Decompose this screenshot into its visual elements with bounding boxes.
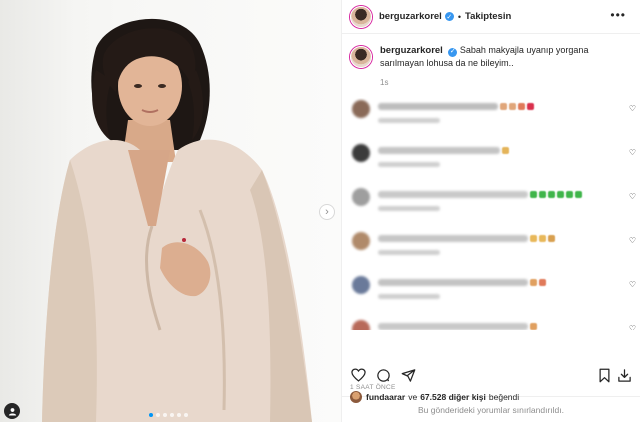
comment-avatar[interactable] [352, 188, 370, 206]
comment-avatar[interactable] [352, 232, 370, 250]
chevron-right-icon: › [325, 205, 329, 218]
liked-by-username[interactable]: fundaarar [366, 392, 405, 402]
caption-time: 1s [380, 78, 389, 87]
paper-plane-icon[interactable] [400, 367, 416, 383]
emoji-icon [575, 191, 582, 198]
avatar[interactable] [350, 5, 372, 28]
comment-item[interactable]: ♡ [350, 274, 636, 318]
liked-by-summary-actual: fundaarar ve 67.528 diğer kişi beğendi [350, 391, 519, 403]
carousel-dot [156, 413, 160, 417]
emoji-icon [548, 191, 555, 198]
carousel-dot [177, 413, 181, 417]
emoji-icon [509, 103, 516, 110]
comment-item[interactable]: ♡ [350, 142, 636, 186]
avatar[interactable] [350, 46, 372, 68]
comment-item[interactable]: ♡ [350, 318, 636, 330]
user-tag-icon[interactable] [4, 403, 20, 419]
post-header: berguzarkorel ✓ • Takiptesin ••• [342, 0, 640, 34]
photo-subject [42, 18, 312, 422]
comment-text [378, 98, 534, 142]
emoji-icon [539, 235, 546, 242]
comment-meta-blurred [378, 294, 440, 299]
comment-meta-blurred [378, 250, 440, 255]
likes-connector: ve [408, 392, 418, 402]
carousel-dot [170, 413, 174, 417]
comment-text [378, 318, 537, 330]
avatar[interactable] [350, 391, 362, 403]
comment-item[interactable]: ♡ [350, 98, 636, 142]
download-icon[interactable] [616, 367, 632, 383]
comment-item[interactable]: ♡ [350, 186, 636, 230]
username-link[interactable]: berguzarkorel [379, 11, 442, 22]
comment-blurred-text [378, 235, 528, 242]
emoji-icon [530, 279, 537, 286]
comment-avatar[interactable] [352, 320, 370, 330]
separator-dot: • [457, 11, 461, 22]
comment-like-heart-icon[interactable]: ♡ [629, 236, 636, 245]
emoji-icon [539, 279, 546, 286]
caption-body: berguzarkorel ✓ Sabah makyajla uyanıp yo… [380, 44, 620, 89]
comment-blurred-text [378, 279, 528, 286]
comment-meta-blurred [378, 118, 440, 123]
comment-meta-blurred [378, 162, 440, 167]
comment-blurred-text [378, 103, 498, 110]
emoji-icon [557, 191, 564, 198]
carousel-dot [149, 413, 153, 417]
comment-text [378, 230, 555, 274]
emoji-icon [530, 191, 537, 198]
emoji-icon [518, 103, 525, 110]
comment-like-heart-icon[interactable]: ♡ [629, 104, 636, 113]
comment-item[interactable]: ♡ [350, 230, 636, 274]
caption-username[interactable]: berguzarkorel [380, 45, 443, 56]
likes-count[interactable]: 67.528 diğer kişi [420, 392, 486, 402]
comment-like-heart-icon[interactable]: ♡ [629, 280, 636, 289]
post-caption: berguzarkorel ✓ Sabah makyajla uyanıp yo… [350, 44, 632, 89]
action-bar [350, 366, 632, 384]
comment-text [378, 186, 582, 230]
comment-text [378, 142, 509, 186]
comment-avatar[interactable] [352, 276, 370, 294]
heart-icon[interactable] [350, 367, 366, 383]
emoji-icon [548, 235, 555, 242]
likes-suffix: beğendi [488, 392, 520, 402]
comment-avatar[interactable] [352, 144, 370, 162]
verified-badge-icon: ✓ [444, 12, 454, 21]
emoji-icon [527, 103, 534, 110]
comment-blurred-text [378, 147, 500, 154]
verified-badge-icon: ✓ [448, 47, 458, 57]
following-button[interactable]: Takiptesin [465, 11, 511, 22]
comment-meta-blurred [378, 206, 440, 211]
post-side-panel: berguzarkorel ✓ • Takiptesin ••• berguza… [342, 0, 640, 422]
emoji-icon [530, 235, 537, 242]
comment-list[interactable]: ♡ ♡ ♡ ♡ ♡ ♡ [350, 98, 636, 330]
emoji-icon [502, 147, 509, 154]
carousel-dot [163, 413, 167, 417]
comment-bubble-icon[interactable] [375, 367, 391, 383]
comment-like-heart-icon[interactable]: ♡ [629, 148, 636, 157]
comment-like-heart-icon[interactable]: ♡ [629, 324, 636, 330]
post-timestamp[interactable]: 1 SAAT ÖNCE [350, 384, 396, 391]
emoji-icon [539, 191, 546, 198]
emoji-icon [530, 323, 537, 330]
bookmark-icon[interactable] [596, 367, 612, 383]
comment-avatar[interactable] [352, 100, 370, 118]
comment-blurred-text [378, 323, 528, 330]
instagram-post: › berguzarkorel ✓ • Takiptesin ••• bergu… [0, 0, 640, 422]
comment-like-heart-icon[interactable]: ♡ [629, 192, 636, 201]
more-options-icon[interactable]: ••• [610, 8, 626, 22]
comment-text [378, 274, 546, 318]
emoji-icon [566, 191, 573, 198]
emoji-icon [500, 103, 507, 110]
carousel-dot [184, 413, 188, 417]
comment-blurred-text [378, 191, 528, 198]
post-photo[interactable]: › [0, 0, 342, 422]
carousel-dots [149, 413, 188, 417]
next-photo-button[interactable]: › [319, 204, 335, 220]
